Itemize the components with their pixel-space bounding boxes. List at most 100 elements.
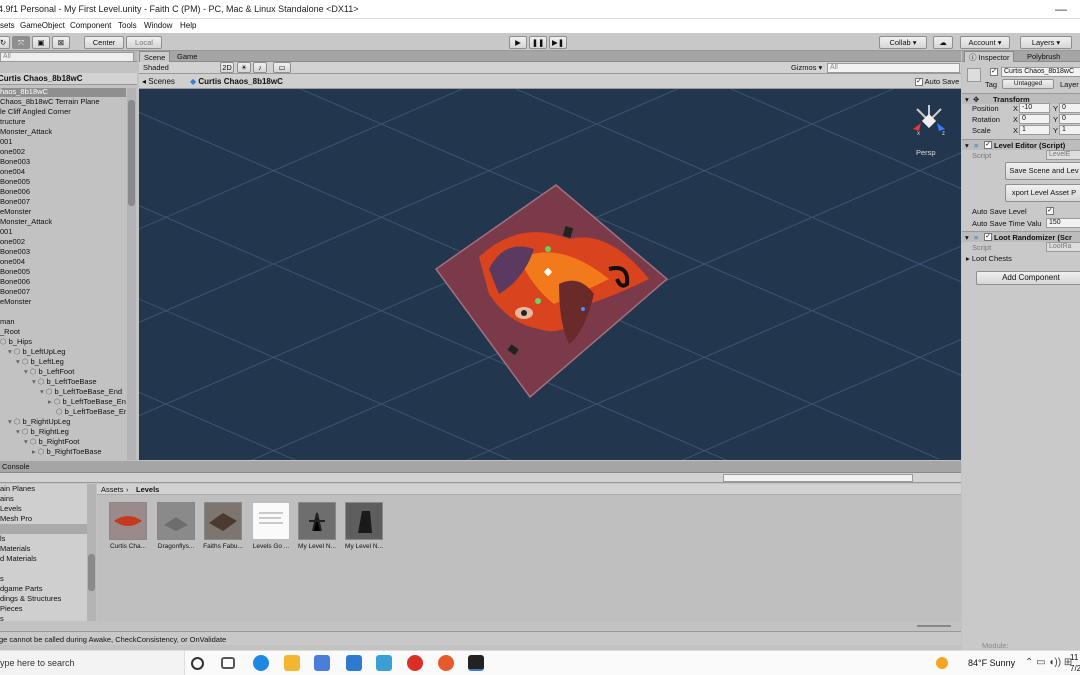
gizmos-dropdown[interactable]: Gizmos ▾ [791,63,822,72]
gameobject-node-icon[interactable]: ▾ ⬡ [16,427,30,436]
asset-item[interactable]: Faiths Fabu... [202,502,244,551]
project-folder-item[interactable] [0,524,87,534]
edge-icon[interactable] [253,655,269,671]
project-folder-item[interactable]: ain Planes [0,484,87,494]
scale-y-field[interactable]: 1 [1059,125,1080,135]
gameobject-node-icon[interactable]: ▾ ⬡ [32,377,46,386]
project-folder-item[interactable]: d Materials [0,554,87,564]
widgets-icon[interactable] [221,657,235,669]
scale-tool-icon[interactable]: ⤧ [12,36,30,49]
breadcrumb-assets[interactable]: Assets [101,485,124,494]
project-folder-item[interactable]: s [0,574,87,584]
hierarchy-item[interactable]: Bone006 [0,277,126,287]
gameobject-node-icon[interactable]: ▾ ⬡ [16,357,30,366]
autosave-toggle[interactable]: ✓ Auto Save [915,77,959,87]
level-editor-script-field[interactable]: LevelE [1046,150,1080,160]
menu-help[interactable]: Help [180,21,196,30]
gameobject-node-icon[interactable]: ▾ ⬡ [24,367,38,376]
hierarchy-item[interactable]: eMonster [0,297,126,307]
project-folder-item[interactable]: Levels [0,504,87,514]
hierarchy-item[interactable]: le Cliff Angled Corner [0,107,126,117]
project-folder-item[interactable]: ls [0,534,87,544]
cloud-icon[interactable]: ☁ [933,36,953,49]
save-scene-button[interactable]: Save Scene and Lev [1005,162,1080,180]
loot-chests-foldout[interactable]: ▸ Loot Chests [966,254,1012,263]
play-button[interactable]: ▶ [509,36,527,49]
collab-button[interactable]: Collab ▾ [879,36,927,49]
transform-tool-icon[interactable]: ⊠ [52,36,70,49]
tag-dropdown[interactable]: Untagged [1002,79,1054,89]
hierarchy-item[interactable]: Bone006 [0,187,126,197]
hierarchy-item[interactable]: ▾ ⬡ b_RightUpLeg [0,417,126,427]
loot-script-field[interactable]: LootRa [1046,242,1080,252]
file-explorer-icon[interactable] [284,655,300,671]
hierarchy-item[interactable]: ▾ ⬡ b_RightFoot [0,437,126,447]
hierarchy-item[interactable]: ▾ ⬡ b_LeftLeg [0,357,126,367]
hierarchy-item[interactable]: ▾ ⬡ b_LeftToeBase [0,377,126,387]
clock-time[interactable]: 11 [1070,653,1078,662]
breadcrumb-levels[interactable]: Levels [136,485,159,494]
tray-icons[interactable]: ⌃ ▭ ◖)) ⊞ [1025,657,1072,668]
hierarchy-item[interactable]: Bone007 [0,287,126,297]
project-folder-item[interactable]: s [0,614,87,621]
hierarchy-search-input[interactable]: All [0,52,134,62]
active-checkbox[interactable]: ✓ [990,68,998,76]
gameobject-node-icon[interactable]: ▾ ⬡ [8,347,22,356]
hierarchy-item[interactable]: ▾ ⬡ b_LeftFoot [0,367,126,377]
scene-breadcrumb-item[interactable]: ◆ Curtis Chaos_8b18wC [190,77,283,86]
menu-tools[interactable]: Tools [118,21,137,30]
minimize-button[interactable]: — [1038,0,1080,19]
tab-polybrush[interactable]: Polybrush [1023,51,1064,62]
status-message[interactable]: ge cannot be called during Awake, CheckC… [0,635,226,644]
project-folder-item[interactable]: Pieces [0,604,87,614]
project-folder-item[interactable] [0,564,87,574]
hierarchy-item[interactable]: Bone007 [0,197,126,207]
project-folder-item[interactable]: Materials [0,544,87,554]
hierarchy-item[interactable]: Bone005 [0,267,126,277]
loot-randomizer-header[interactable]: ▾ ≡ ✓ Loot Randomizer (Scr [962,231,1080,242]
hierarchy-scrollbar[interactable] [127,88,136,460]
layers-dropdown[interactable]: Layers ▾ [1020,36,1072,49]
hierarchy-item[interactable]: haos_8b18wC [0,88,126,97]
task-view-icon[interactable] [191,657,204,670]
unity-icon[interactable] [468,655,484,671]
scale-x-field[interactable]: 1 [1019,125,1050,135]
project-tree-scrollbar[interactable] [87,484,96,621]
menu-assets[interactable]: sets [0,21,15,30]
autosave-checkbox[interactable]: ✓ [915,78,923,87]
tab-console[interactable]: Console [0,461,34,472]
audio-icon[interactable]: ♪ [253,62,267,73]
hierarchy-item[interactable]: ⬡ b_LeftToeBase_Er [0,407,126,417]
icon-size-slider[interactable] [917,625,951,627]
step-button[interactable]: ▶❚ [549,36,567,49]
perspective-label[interactable]: Persp [916,148,936,157]
gameobject-node-icon[interactable]: ▸ ⬡ [32,447,46,456]
menu-component[interactable]: Component [70,21,111,30]
hierarchy-item[interactable]: eMonster [0,207,126,217]
gameobject-node-icon[interactable]: ⬡ [0,337,9,346]
project-tree-scroll-thumb[interactable] [88,554,95,591]
hierarchy-item[interactable]: 001 [0,137,126,147]
level-editor-header[interactable]: ▾ ≡ ✓ Level Editor (Script) [962,139,1080,150]
scene-search-input[interactable]: All [827,63,960,73]
tab-scene[interactable]: Scene [139,51,171,62]
chrome-icon[interactable] [407,655,423,671]
pivot-center-button[interactable]: Center [84,36,124,49]
project-folder-item[interactable]: ains [0,494,87,504]
store-icon[interactable] [314,655,330,671]
object-name-field[interactable]: Curtis Chaos_8b18wC [1001,67,1080,77]
add-component-button[interactable]: Add Component [976,271,1080,285]
scene-viewport[interactable]: x z Persp [139,89,961,460]
asset-item[interactable]: My Level N... [296,502,338,551]
asset-item[interactable]: Dragonflys... [155,502,197,551]
hierarchy-item[interactable]: one002 [0,147,126,157]
hierarchy-item[interactable]: Monster_Attack [0,127,126,137]
clock-date[interactable]: 7/2 [1070,664,1080,673]
asset-item[interactable]: Curtis Cha... [107,502,149,551]
hierarchy-item[interactable]: ▸ ⬡ b_RightToeBase [0,447,126,457]
mail-icon[interactable] [346,655,362,671]
autosave-time-field[interactable]: 150 [1046,218,1080,228]
gameobject-node-icon[interactable]: ▸ ⬡ [48,397,62,406]
asset-item[interactable]: My Level N... [343,502,385,551]
rect-tool-icon[interactable]: ▣ [32,36,50,49]
